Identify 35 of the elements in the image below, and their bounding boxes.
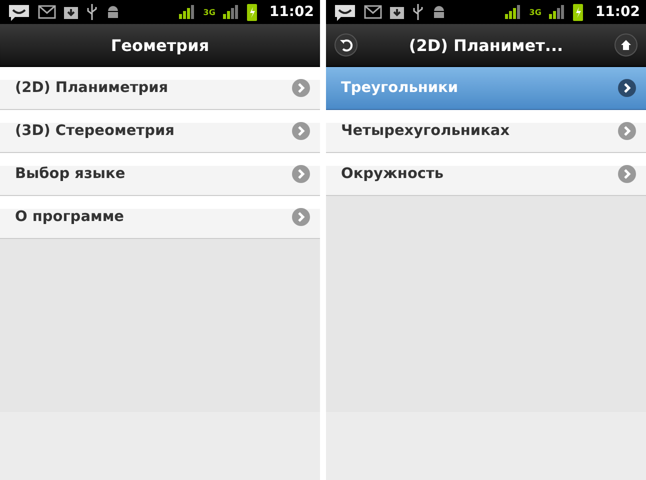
menu-item[interactable]: Окружность [326, 153, 646, 196]
clock: 11:02 [269, 4, 314, 20]
back-button[interactable] [334, 33, 358, 57]
chevron-icon [292, 79, 310, 97]
chevron-icon [618, 122, 636, 140]
menu-item[interactable]: (2D) Планиметрия [0, 67, 320, 110]
menu-item[interactable]: Выбор языке [0, 153, 320, 196]
network-type: 3G [529, 8, 542, 16]
chat-icon [334, 3, 356, 21]
menu-item[interactable]: Четырехугольниках [326, 110, 646, 153]
menu-item[interactable]: О программе [0, 196, 320, 239]
screen-title: (2D) Планимет... [408, 36, 564, 54]
home-button[interactable] [614, 33, 638, 57]
battery-icon [573, 3, 584, 21]
usb-icon [412, 4, 424, 20]
signal-icon [223, 5, 240, 19]
screen-title: Геометрия [110, 36, 210, 54]
download-icon [390, 5, 404, 19]
clock: 11:02 [595, 4, 640, 20]
chat-icon [8, 3, 30, 21]
download-icon [64, 5, 78, 19]
signal-icon [179, 5, 196, 19]
chevron-icon [618, 165, 636, 183]
menu-item[interactable]: (3D) Стереометрия [0, 110, 320, 153]
signal-icon [505, 5, 522, 19]
battery-icon [247, 3, 258, 21]
chevron-icon [292, 208, 310, 226]
mail-icon [364, 5, 382, 19]
usb-icon [86, 4, 98, 20]
chevron-icon [292, 165, 310, 183]
chevron-icon [618, 79, 636, 97]
signal-icon [549, 5, 566, 19]
network-type: 3G [203, 8, 216, 16]
chevron-icon [292, 122, 310, 140]
mail-icon [38, 5, 56, 19]
